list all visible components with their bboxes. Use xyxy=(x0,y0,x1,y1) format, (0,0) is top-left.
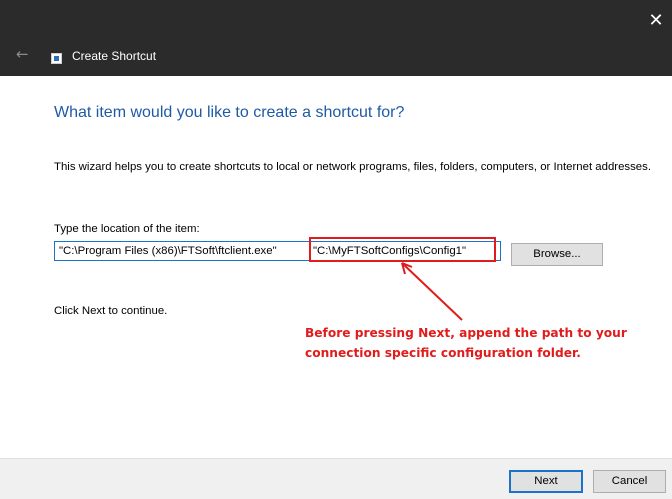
annotation-text: Before pressing Next, append the path to… xyxy=(305,326,627,360)
cancel-button[interactable]: Cancel xyxy=(593,470,666,493)
next-button[interactable]: Next xyxy=(509,470,583,493)
annotation-arrow xyxy=(401,262,463,321)
